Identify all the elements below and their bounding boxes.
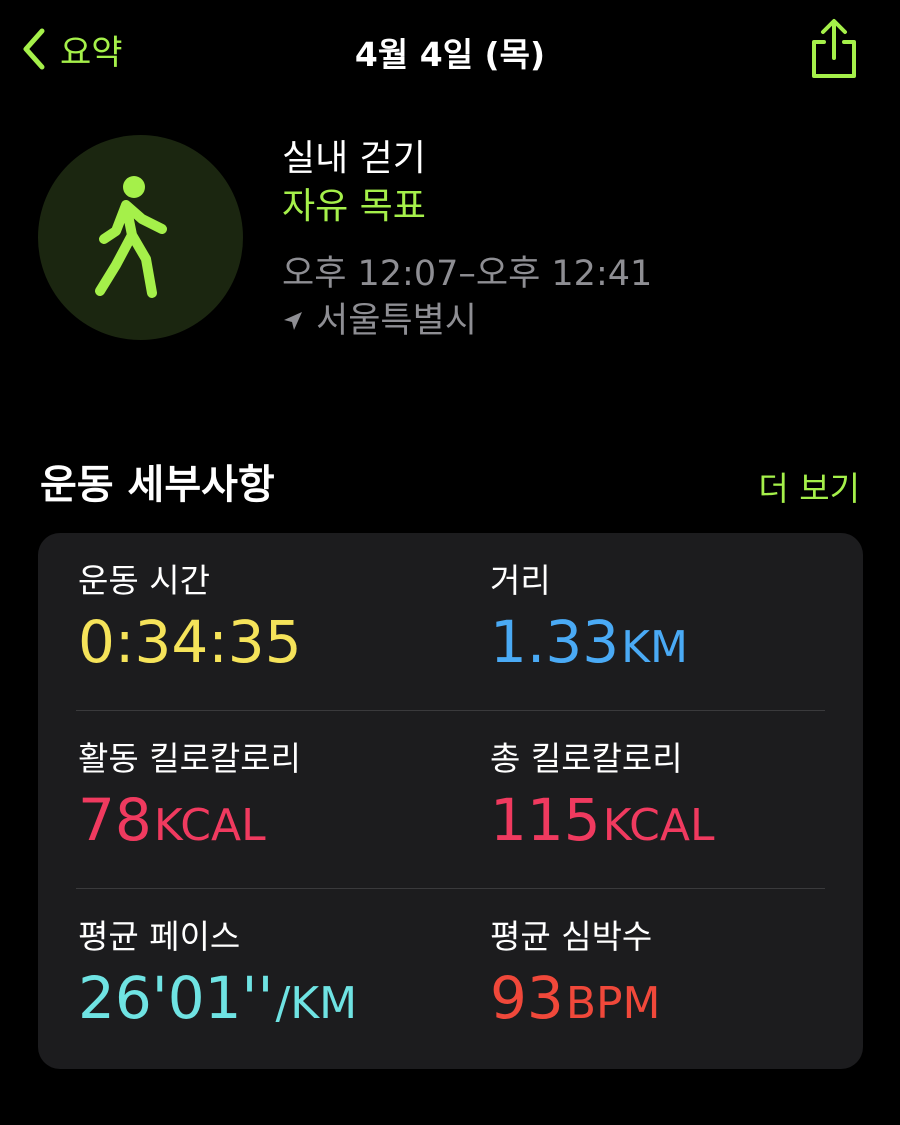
metric-value: 78KCAL	[78, 785, 301, 861]
share-button[interactable]	[808, 18, 860, 80]
metric-distance: 거리 1.33KM	[490, 559, 688, 683]
metric-average-heart-rate: 평균 심박수 93BPM	[490, 915, 661, 1039]
metric-value: 0:34:35	[78, 607, 302, 677]
metric-value: 26'01''/KM	[78, 963, 357, 1039]
metric-unit: BPM	[565, 978, 661, 1029]
metric-label: 운동 시간	[78, 561, 210, 600]
metrics-row: 평균 페이스 26'01''/KM 평균 심박수 93BPM	[76, 889, 825, 1067]
metric-average-pace: 평균 페이스 26'01''/KM	[78, 915, 357, 1039]
workout-goal: 자유 목표	[282, 186, 426, 227]
metric-total-calories: 총 킬로칼로리 115KCAL	[490, 737, 715, 861]
workout-details-card: 운동 시간 0:34:35 거리 1.33KM 활동 킬로칼로리 78KCAL …	[38, 533, 863, 1069]
walking-figure-icon	[94, 175, 167, 298]
page-title: 4월 4일 (목)	[354, 35, 546, 74]
metrics-row: 활동 킬로칼로리 78KCAL 총 킬로칼로리 115KCAL	[76, 711, 825, 889]
metric-workout-time: 운동 시간 0:34:35	[78, 559, 302, 677]
metric-value: 115KCAL	[490, 785, 715, 861]
workout-name: 실내 걷기	[282, 138, 426, 179]
metric-label: 평균 페이스	[78, 917, 241, 956]
metric-label: 총 킬로칼로리	[490, 739, 683, 778]
share-icon	[812, 19, 856, 78]
metrics-row: 운동 시간 0:34:35 거리 1.33KM	[76, 533, 825, 711]
metric-number: 26'01''	[78, 964, 274, 1032]
metric-active-calories: 활동 킬로칼로리 78KCAL	[78, 737, 301, 861]
metric-number: 93	[490, 964, 564, 1032]
workout-time-range: 오후 12:07–오후 12:41	[282, 254, 653, 294]
metric-number: 1.33	[490, 608, 620, 676]
metric-label: 거리	[490, 561, 551, 600]
navigation-bar: 요약 4월 4일 (목)	[0, 0, 900, 100]
metric-unit: KM	[621, 622, 688, 673]
metric-label: 활동 킬로칼로리	[78, 739, 302, 778]
metric-value: 93BPM	[490, 963, 661, 1039]
show-more-link[interactable]: 더 보기	[758, 462, 860, 510]
workout-type-badge	[38, 135, 243, 340]
metric-unit: KCAL	[153, 800, 266, 851]
metric-number: 115	[490, 786, 601, 854]
metric-label: 평균 심박수	[490, 917, 653, 956]
section-title-workout-details: 운동 세부사항	[40, 462, 275, 508]
metric-number: 78	[78, 786, 152, 854]
metric-number: 0:34:35	[78, 608, 302, 676]
workout-location: 서울특별시	[282, 297, 652, 345]
metric-value: 1.33KM	[490, 607, 688, 683]
location-label: 서울특별시	[316, 301, 478, 341]
location-arrow-icon	[284, 312, 302, 330]
metric-unit: KCAL	[602, 800, 715, 851]
workout-summary: 실내 걷기 자유 목표 오후 12:07–오후 12:41 서울특별시	[282, 135, 652, 345]
metric-unit: /KM	[275, 978, 358, 1029]
